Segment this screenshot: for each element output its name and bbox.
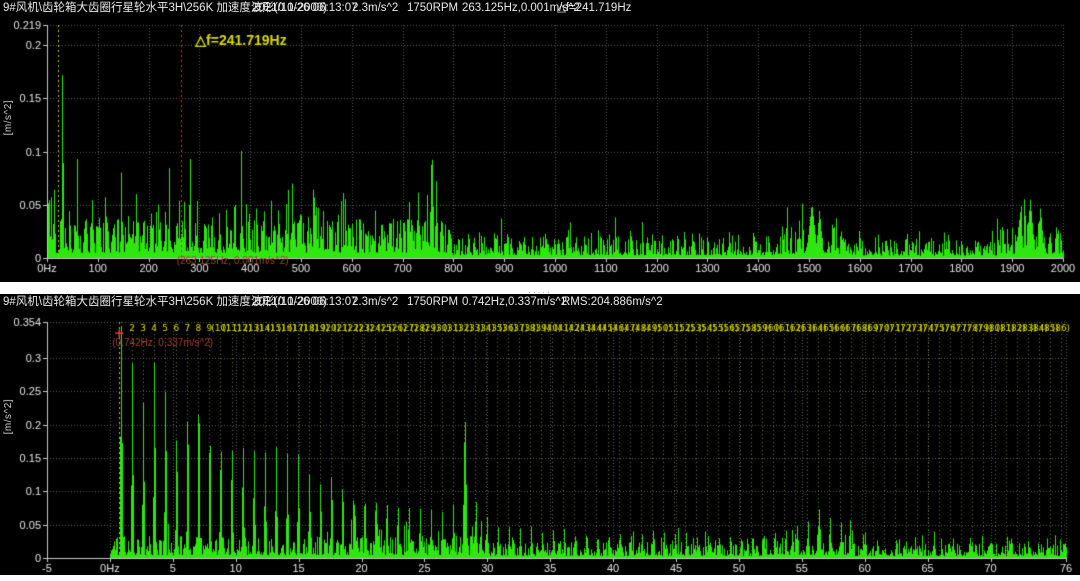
y-axis-unit-label-top: [m/s^2] (3, 100, 14, 135)
amplitude-scale: 2.3m/s^2 (352, 0, 398, 17)
panel-spectrum-0-76hz: 9#风机\齿轮箱大齿圈行星轮水平3H\256K 加速度波形(0.1-2000) … (0, 294, 1080, 575)
cursor-readout: 0.742Hz,0.337m/s^2 (462, 294, 567, 311)
panel-divider-handle[interactable]: ····· (0, 282, 1080, 294)
timestamp: 2021/10/26 06:13:07 (252, 294, 358, 311)
vibration-analysis-app: 9#风机\齿轮箱大齿圈行星轮水平3H\256K 加速度波形(0.1-2000) … (0, 0, 1080, 581)
spectrum-chart-0-2000hz[interactable] (0, 17, 1080, 282)
panel-header-top: 9#风机\齿轮箱大齿圈行星轮水平3H\256K 加速度波形(0.1-2000) … (0, 0, 1080, 17)
panel-header-bottom: 9#风机\齿轮箱大齿圈行星轮水平3H\256K 加速度波形(0.1-2000) … (0, 294, 1080, 311)
timestamp: 2021/10/26 06:13:07 (252, 0, 358, 17)
y-axis-unit-label-bottom: [m/s^2] (3, 399, 14, 434)
rpm-readout: 1750RPM (407, 294, 458, 311)
bottom-strip (0, 575, 1080, 581)
panel-spectrum-0-2000hz: 9#风机\齿轮箱大齿圈行星轮水平3H\256K 加速度波形(0.1-2000) … (0, 0, 1080, 282)
rms-readout: RMS:204.886m/s^2 (562, 294, 663, 311)
spectrum-chart-0-76hz[interactable] (0, 311, 1080, 575)
amplitude-scale: 2.3m/s^2 (352, 294, 398, 311)
rpm-readout: 1750RPM (407, 0, 458, 17)
delta-f-readout: △f=241.719Hz (557, 0, 631, 17)
